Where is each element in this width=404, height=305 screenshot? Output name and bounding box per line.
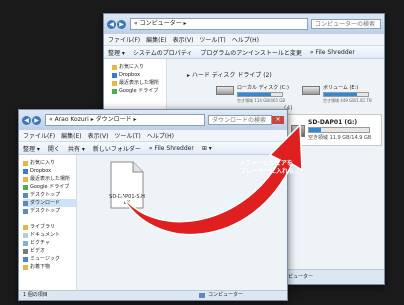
google-drive-icon	[112, 88, 117, 94]
back-arrow-icon[interactable]: ◀	[107, 19, 116, 29]
share-button[interactable]: 共有 ▾	[68, 144, 85, 153]
sidebar-item-desktop[interactable]: デスクトップ	[23, 191, 76, 199]
menu-bar: ファイル(F) 編集(E) 表示(V) ツール(T) ヘルプ(H)	[104, 34, 384, 46]
firmware-file[interactable]: SD-DAP01-S.H EX	[107, 160, 147, 220]
view-options-button[interactable]: ⊞ ▾	[202, 145, 212, 152]
sidebar-item-google-drive[interactable]: Google ドライブ	[112, 87, 166, 95]
file-shredder-button[interactable]: » File Shredder	[149, 145, 194, 152]
computer-icon	[199, 293, 205, 298]
sidebar-item-favorites[interactable]: お気に入り	[23, 159, 76, 167]
menu-edit[interactable]: 編集(E)	[146, 35, 166, 44]
annotation-line-1: ③ファームウェアを	[240, 160, 293, 167]
download-icon	[23, 200, 28, 206]
drive-label: ローカル ディスク (C:)	[237, 85, 289, 91]
hard-drive-icon	[216, 86, 234, 95]
menu-tools[interactable]: ツール(T)	[199, 35, 225, 44]
forward-arrow-icon[interactable]: ▶	[32, 115, 41, 125]
status-bar: 1 個の項目 コンピューター	[19, 290, 287, 300]
sidebar-item-desktop-2[interactable]: デスクトップ	[23, 207, 76, 215]
status-location: コンピューター	[208, 292, 244, 298]
sidebar-item-pictures[interactable]: ピクチャ	[23, 239, 76, 247]
drive-usage-bar	[308, 127, 370, 133]
sidebar-item-dropbox[interactable]: Dropbox	[112, 71, 166, 79]
desktop-icon	[23, 208, 28, 214]
music-icon	[23, 256, 28, 262]
sidebar-item-downloads[interactable]: ダウンロード	[23, 199, 76, 207]
close-icon[interactable]: ✕	[272, 116, 284, 124]
system-properties-button[interactable]: システムのプロパティ	[133, 48, 192, 57]
drive-label: ボリューム (E:)	[323, 85, 359, 91]
recent-places-icon	[23, 176, 28, 182]
google-drive-icon	[23, 184, 28, 190]
nav-pane: お気に入り Dropbox 最近表示した場所 Google ドライブ デスクトッ…	[19, 155, 77, 290]
organize-button[interactable]: 整理 ▾	[108, 48, 125, 57]
title-bar: ◀ ▶ « コンピューター ▸ コンピューターの検索	[104, 14, 384, 34]
drive-info: 空き領域 11.9 GB/14.9 GB	[308, 135, 372, 141]
hard-drive-icon	[302, 86, 320, 95]
toolbar: 整理 ▾ システムのプロパティ プログラムのアンインストールと変更 » File…	[104, 46, 384, 59]
sidebar-item-other[interactable]: お着下物	[23, 263, 76, 271]
address-bar[interactable]: « Arao Kozuri ▸ ダウンロード ▸	[45, 114, 205, 126]
back-arrow-icon[interactable]: ◀	[22, 115, 31, 125]
drive-usage-bar	[323, 92, 369, 97]
sidebar-item-recent[interactable]: 最近表示した場所	[23, 175, 76, 183]
desktop-icon	[23, 192, 28, 198]
address-bar[interactable]: « コンピューター ▸	[130, 18, 308, 30]
menu-view[interactable]: 表示(V)	[88, 131, 109, 140]
menu-file[interactable]: ファイル(F)	[108, 35, 140, 44]
drive-info: 空き領域 449 GB/1.81 TB	[323, 98, 372, 103]
document-icon	[23, 232, 28, 238]
drive-e[interactable]: ボリューム (E:) 空き領域 449 GB/1.81 TB	[302, 84, 372, 104]
organize-button[interactable]: 整理 ▾	[23, 144, 40, 153]
dropbox-icon	[112, 72, 117, 78]
drive-g-highlight[interactable]: SD-DAP01 (G:) 空き領域 11.9 GB/14.9 GB	[287, 114, 382, 146]
sidebar-item-google-drive[interactable]: Google ドライブ	[23, 183, 76, 191]
menu-view[interactable]: 表示(V)	[173, 35, 194, 44]
star-icon	[112, 64, 117, 70]
sidebar-item-documents[interactable]: ドキュメント	[23, 231, 76, 239]
menu-help[interactable]: ヘルプ(H)	[147, 131, 174, 140]
toolbar: 整理 ▾ 開く 共有 ▾ 新しいフォルダー » File Shredder ⊞ …	[19, 142, 287, 155]
open-button[interactable]: 開く	[48, 144, 60, 153]
drive-label: SD-DAP01 (G:)	[308, 119, 358, 126]
item-count: 1 個の項目	[23, 292, 48, 298]
library-icon	[23, 224, 28, 230]
menu-help[interactable]: ヘルプ(H)	[232, 35, 259, 44]
annotation-text: ③ファームウェアを プレーヤーに入れる	[240, 160, 294, 176]
sidebar-item-videos[interactable]: ビデオ	[23, 247, 76, 255]
drive-usage-bar	[237, 92, 283, 97]
search-input[interactable]: ダウンロードの検索	[208, 115, 272, 125]
sidebar-item-dropbox[interactable]: Dropbox	[23, 167, 76, 175]
menu-bar: ファイル(F) 編集(E) 表示(V) ツール(T) ヘルプ(H)	[19, 130, 287, 142]
video-icon	[23, 248, 28, 254]
forward-arrow-icon[interactable]: ▶	[117, 19, 126, 29]
star-icon	[23, 160, 28, 166]
sidebar-item-music[interactable]: ミュージック	[23, 255, 76, 263]
section-header: ▸ ハード ディスク ドライブ (2)	[187, 72, 272, 79]
downloads-window: ◀ ▶ « Arao Kozuri ▸ ダウンロード ▸ ダウンロードの検索 ✕…	[18, 109, 288, 301]
title-bar: ◀ ▶ « Arao Kozuri ▸ ダウンロード ▸ ダウンロードの検索 ✕	[19, 110, 287, 130]
folder-icon	[23, 264, 28, 270]
annotation-line-2: プレーヤーに入れる	[240, 168, 295, 175]
sd-card-icon	[291, 125, 305, 137]
menu-edit[interactable]: 編集(E)	[61, 131, 81, 140]
menu-file[interactable]: ファイル(F)	[23, 131, 55, 140]
uninstall-button[interactable]: プログラムのアンインストールと変更	[200, 48, 301, 57]
sidebar-item-recent[interactable]: 最近表示した場所	[112, 79, 166, 87]
file-shredder-button[interactable]: » File Shredder	[310, 49, 355, 56]
menu-tools[interactable]: ツール(T)	[114, 131, 140, 140]
sidebar-item-favorites[interactable]: お気に入り	[112, 63, 166, 71]
file-name: SD-DAP01-S.H EX	[109, 194, 145, 206]
new-folder-button[interactable]: 新しいフォルダー	[93, 144, 141, 153]
picture-icon	[23, 240, 28, 246]
drive-info: 空き領域 114 GB/465 GB	[237, 98, 286, 103]
sidebar-item-libraries[interactable]: ライブラリ	[23, 223, 76, 231]
recent-places-icon	[112, 80, 117, 86]
drive-c[interactable]: ローカル ディスク (C:) 空き領域 114 GB/465 GB	[216, 84, 289, 104]
dropbox-icon	[23, 168, 28, 174]
search-input[interactable]: コンピューターの検索	[311, 19, 381, 29]
